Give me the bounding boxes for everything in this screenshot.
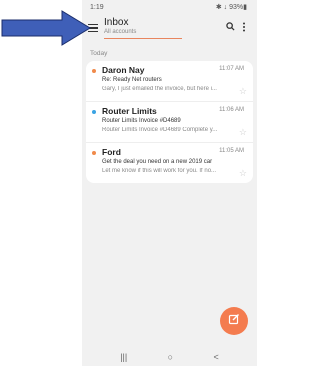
email-subject: Router Limits Invoice #D4689 xyxy=(102,118,181,124)
star-icon[interactable]: ☆ xyxy=(239,87,247,96)
email-sender: Daron Nay xyxy=(102,65,145,75)
unread-dot xyxy=(92,110,96,114)
email-time: 11:06 AM xyxy=(219,107,244,113)
recents-button[interactable]: ||| xyxy=(120,352,127,362)
email-item[interactable]: Daron Nay 11:07 AM Re: Ready Net routers… xyxy=(86,61,253,102)
search-icon[interactable] xyxy=(223,22,237,34)
home-button[interactable]: ○ xyxy=(168,352,173,362)
unread-dot xyxy=(92,151,96,155)
annotation-arrow xyxy=(1,10,91,46)
more-vert-icon[interactable] xyxy=(237,22,251,35)
title-area: Inbox All accounts xyxy=(104,17,223,39)
back-button[interactable]: < xyxy=(214,352,219,362)
email-item[interactable]: Router Limits 11:06 AM Router Limits Inv… xyxy=(86,102,253,143)
app-bar: Inbox All accounts xyxy=(82,14,257,42)
email-subject: Re: Ready Net routers xyxy=(102,77,162,83)
status-bar: 1:19 ✱ ↓ 93%▮ xyxy=(82,0,257,14)
email-item[interactable]: Ford 11:05 AM Get the deal you need on a… xyxy=(86,143,253,183)
email-time: 11:07 AM xyxy=(219,66,244,72)
phone-screen: 1:19 ✱ ↓ 93%▮ Inbox All accounts Today D… xyxy=(82,0,257,366)
star-icon[interactable]: ☆ xyxy=(239,169,247,178)
status-icons: ✱ ↓ 93%▮ xyxy=(215,4,247,11)
star-icon[interactable]: ☆ xyxy=(239,128,247,137)
unread-dot xyxy=(92,69,96,73)
arrow-shape xyxy=(1,10,91,46)
email-subject: Get the deal you need on a new 2019 car xyxy=(102,159,213,165)
compose-icon xyxy=(228,312,240,330)
email-time: 11:05 AM xyxy=(219,148,244,154)
navigation-bar: ||| ○ < xyxy=(82,348,257,366)
page-title: Inbox xyxy=(104,17,129,28)
email-sender: Router Limits xyxy=(102,106,157,116)
status-time: 1:19 xyxy=(90,3,104,11)
email-preview: Gary, I just emailed the invoice, but he… xyxy=(102,86,217,92)
email-sender: Ford xyxy=(102,147,121,157)
email-preview: Router Limits Invoice #D4689 Complete y.… xyxy=(102,127,218,133)
section-label-today: Today xyxy=(90,50,108,57)
account-subtitle[interactable]: All accounts xyxy=(104,28,182,39)
email-preview: Let me know if this will work for you. I… xyxy=(102,168,217,174)
email-list: Daron Nay 11:07 AM Re: Ready Net routers… xyxy=(86,61,253,183)
compose-button[interactable] xyxy=(220,307,248,335)
